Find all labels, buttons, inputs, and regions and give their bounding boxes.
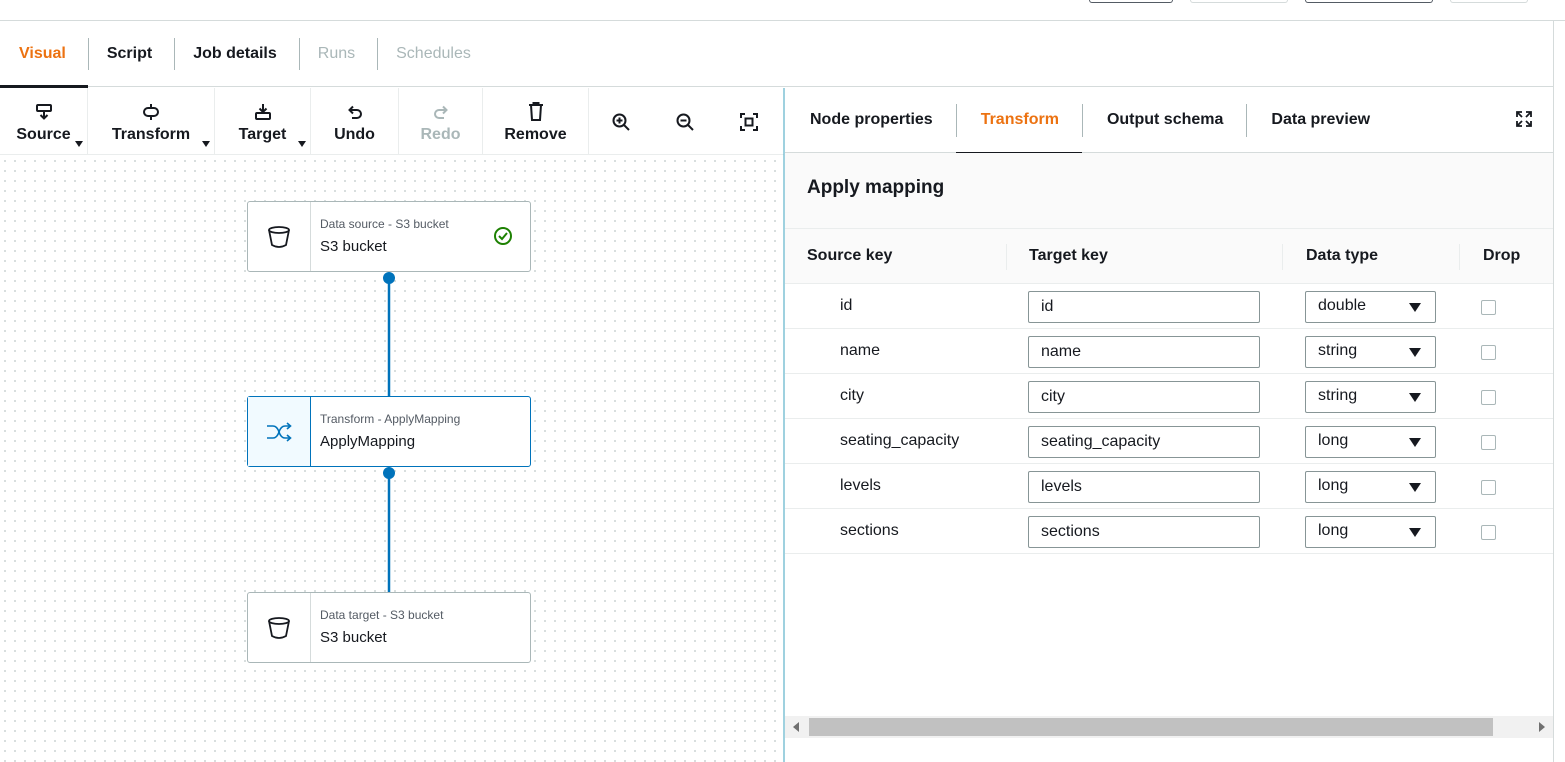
shuffle-icon [248, 397, 311, 466]
chevron-down-icon [298, 141, 306, 147]
source-key: seating_capacity [840, 432, 960, 449]
col-data-type: Data type [1306, 247, 1379, 264]
table-row: seating_capacity seating_capacity long [785, 419, 1553, 464]
header-button-2[interactable] [1190, 0, 1288, 3]
tab-node-properties[interactable]: Node properties [785, 88, 956, 153]
col-source-key: Source key [807, 247, 893, 264]
source-key: sections [840, 522, 899, 539]
zoom-in-icon [611, 110, 631, 134]
source-key: id [840, 297, 853, 314]
drop-checkbox[interactable] [1481, 525, 1496, 540]
source-dropdown-button[interactable]: Source [0, 88, 88, 155]
target-key-input[interactable]: city [1028, 381, 1260, 413]
redo-icon [431, 100, 451, 124]
caret-down-icon [1409, 438, 1421, 447]
tab-runs[interactable]: Runs [298, 21, 377, 87]
target-key-input[interactable]: name [1028, 336, 1260, 368]
target-node-icon [253, 100, 273, 124]
scrollbar-thumb[interactable] [809, 718, 1493, 736]
header-button-3[interactable] [1305, 0, 1433, 3]
redo-button[interactable]: Redo [399, 88, 483, 155]
node-details-panel: Node properties Transform Output schema … [785, 88, 1553, 762]
target-key-input[interactable]: seating_capacity [1028, 426, 1260, 458]
undo-icon [345, 100, 365, 124]
caret-down-icon [1409, 393, 1421, 402]
header-button-4[interactable] [1450, 0, 1528, 3]
job-tabs: Visual Script Job details Runs Schedules [0, 21, 1553, 88]
remove-button[interactable]: Remove [483, 88, 589, 155]
scroll-left-icon[interactable] [793, 722, 799, 732]
data-type-select[interactable]: double [1305, 291, 1436, 323]
data-type-select[interactable]: long [1305, 516, 1436, 548]
table-row: id id double [785, 284, 1553, 329]
fit-to-screen-icon [739, 110, 759, 134]
drop-checkbox[interactable] [1481, 390, 1496, 405]
tab-script[interactable]: Script [87, 21, 174, 87]
source-key: city [840, 387, 864, 404]
diagram-canvas[interactable]: Data source - S3 bucket S3 bucket Transf… [0, 156, 784, 762]
table-header: Source key Target key Data type Drop [785, 229, 1553, 284]
col-target-key: Target key [1029, 247, 1108, 264]
zoom-out-icon [675, 110, 695, 134]
drop-checkbox[interactable] [1481, 300, 1496, 315]
table-row: sections sections long [785, 509, 1553, 554]
tab-visual[interactable]: Visual [0, 21, 88, 88]
target-key-input[interactable]: levels [1028, 471, 1260, 503]
table-row: city city string [785, 374, 1553, 419]
transform-dropdown-button[interactable]: Transform [88, 88, 215, 155]
zoom-in-button[interactable] [589, 88, 653, 155]
source-node-icon [34, 100, 54, 124]
caret-down-icon [1409, 528, 1421, 537]
chevron-down-icon [75, 141, 83, 147]
tab-schedules[interactable]: Schedules [377, 21, 493, 87]
drop-checkbox[interactable] [1481, 345, 1496, 360]
node-transform-applymapping[interactable]: Transform - ApplyMapping ApplyMapping [247, 396, 531, 467]
caret-down-icon [1409, 483, 1421, 492]
target-key-input[interactable]: id [1028, 291, 1260, 323]
data-type-select[interactable]: long [1305, 426, 1436, 458]
source-key: levels [840, 477, 881, 494]
data-type-select[interactable]: string [1305, 336, 1436, 368]
col-drop: Drop [1483, 247, 1521, 264]
panel-title: Apply mapping [785, 153, 1553, 229]
table-row: name name string [785, 329, 1553, 374]
expand-icon[interactable] [1515, 110, 1533, 133]
table-row: levels levels long [785, 464, 1553, 509]
data-type-select[interactable]: string [1305, 381, 1436, 413]
page-vertical-scrollbar[interactable] [1553, 21, 1565, 762]
fit-to-screen-button[interactable] [717, 88, 781, 155]
check-circle-icon [493, 226, 513, 251]
undo-button[interactable]: Undo [311, 88, 399, 155]
editor-toolbar: Source Transform Target Undo Redo Remove [0, 88, 784, 155]
panel-tabs: Node properties Transform Output schema … [785, 88, 1553, 154]
drop-checkbox[interactable] [1481, 480, 1496, 495]
top-header-strip [0, 0, 1565, 21]
chevron-down-icon [202, 141, 210, 147]
source-key: name [840, 342, 881, 359]
mapping-table: Source key Target key Data type Drop id … [785, 229, 1553, 554]
scroll-right-icon[interactable] [1539, 722, 1545, 732]
target-dropdown-button[interactable]: Target [215, 88, 311, 155]
transform-node-icon [140, 100, 162, 124]
caret-down-icon [1409, 303, 1421, 312]
visual-editor: Source Transform Target Undo Redo Remove… [0, 88, 784, 762]
node-data-target[interactable]: Data target - S3 bucket S3 bucket [247, 592, 531, 663]
caret-down-icon [1409, 348, 1421, 357]
zoom-out-button[interactable] [653, 88, 717, 155]
bucket-icon [248, 593, 311, 662]
data-type-select[interactable]: long [1305, 471, 1436, 503]
tab-job-details[interactable]: Job details [174, 21, 299, 87]
tab-data-preview[interactable]: Data preview [1246, 88, 1393, 153]
node-data-source[interactable]: Data source - S3 bucket S3 bucket [247, 201, 531, 272]
bucket-icon [248, 202, 311, 271]
header-button-1[interactable] [1089, 0, 1173, 3]
drop-checkbox[interactable] [1481, 435, 1496, 450]
horizontal-scrollbar[interactable] [785, 716, 1553, 738]
tab-output-schema[interactable]: Output schema [1081, 88, 1246, 153]
tab-transform[interactable]: Transform [955, 88, 1083, 154]
trash-icon [526, 100, 546, 124]
target-key-input[interactable]: sections [1028, 516, 1260, 548]
